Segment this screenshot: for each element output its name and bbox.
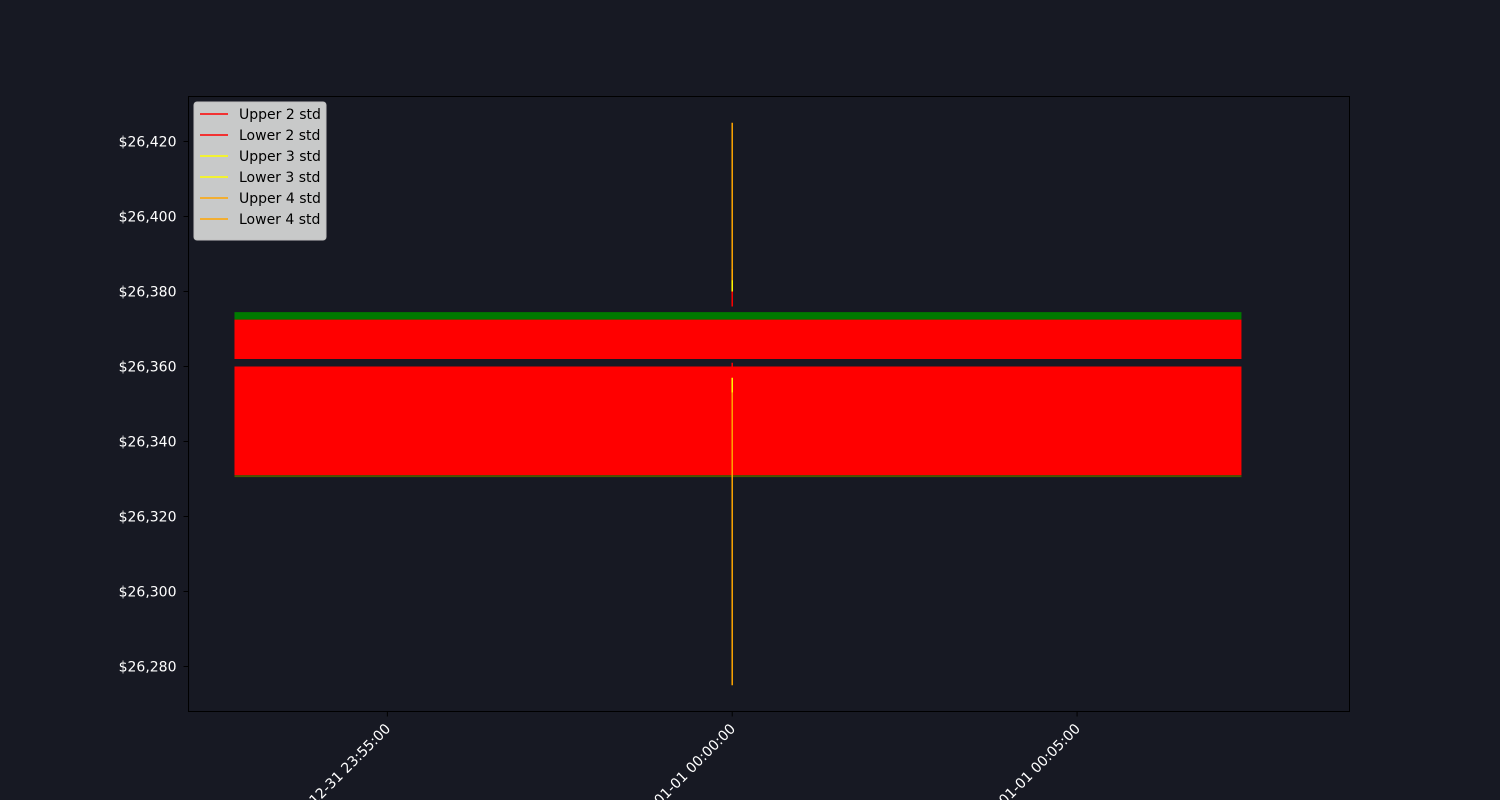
- bar-segment-2: [234, 366, 1242, 476]
- legend-label-5: Lower 4 std: [239, 212, 320, 228]
- bar-segment-1: [234, 319, 1242, 359]
- legend: Upper 2 std Lower 2 std Upper 3 std Lower 3…: [193, 101, 327, 241]
- y-tick-label-5: $26,380: [119, 285, 177, 301]
- bar-segment-0: [234, 312, 1242, 320]
- y-tick-label-2: $26,320: [119, 510, 177, 526]
- y-tick-label-1: $26,300: [119, 585, 177, 601]
- y-tick-label-4: $26,360: [119, 360, 177, 376]
- bar-segment-3: [234, 475, 1242, 478]
- y-tick-label-3: $26,340: [119, 435, 177, 451]
- bars: [234, 312, 1242, 478]
- x-axis: 12-31 23:55:00 01-01 00:00:00 01-01 00:05:…: [307, 711, 1084, 800]
- y-tick-label-6: $26,400: [119, 210, 177, 226]
- legend-label-3: Lower 3 std: [239, 170, 320, 186]
- legend-label-2: Upper 3 std: [239, 149, 321, 165]
- legend-label-4: Upper 4 std: [239, 191, 321, 207]
- x-tick-label-1: 01-01 00:00:00: [651, 721, 739, 800]
- legend-label-0: Upper 2 std: [239, 107, 321, 123]
- chart: $26,280 $26,300 $26,320 $26,340 $26,360 $26,3…: [119, 96, 1350, 800]
- y-tick-label-0: $26,280: [119, 660, 177, 676]
- x-tick-label-2: 01-01 00:05:00: [996, 721, 1084, 800]
- y-axis: $26,280 $26,300 $26,320 $26,340 $26,360 $26,3…: [119, 135, 189, 676]
- x-tick-label-0: 12-31 23:55:00: [307, 721, 395, 800]
- legend-label-1: Lower 2 std: [239, 128, 320, 144]
- y-tick-label-7: $26,420: [119, 135, 177, 151]
